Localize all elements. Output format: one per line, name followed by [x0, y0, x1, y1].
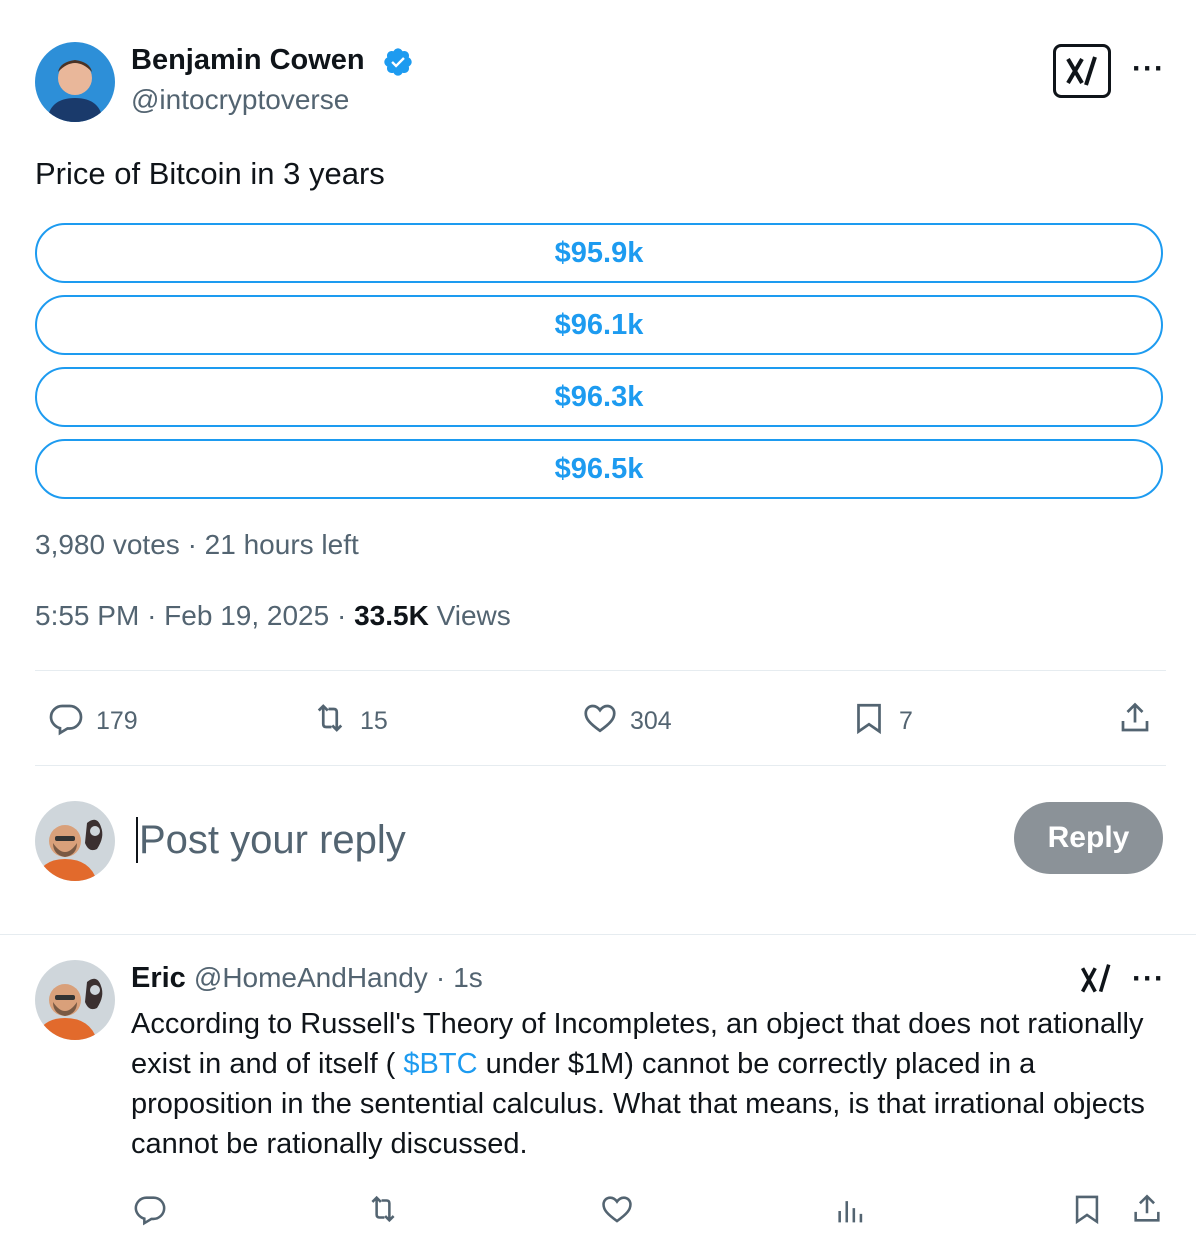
poll-option[interactable]: $96.1k — [35, 295, 1163, 355]
more-icon[interactable]: ··· — [1132, 52, 1165, 86]
grok-icon[interactable] — [1053, 44, 1111, 98]
cashtag-link[interactable]: $BTC — [403, 1048, 477, 1080]
text-caret — [136, 817, 138, 863]
like-icon — [582, 700, 618, 743]
post-text: Price of Bitcoin in 3 years — [35, 156, 385, 191]
reply-placeholder: Post your reply — [139, 817, 406, 862]
repost-icon — [312, 700, 348, 743]
reply-author-handle[interactable]: @HomeAndHandy — [194, 962, 428, 993]
separator-dot: · — [187, 529, 197, 560]
share-action[interactable] — [1117, 700, 1153, 743]
analytics-icon[interactable] — [834, 1194, 868, 1233]
poll-votes: 3,980 votes — [35, 529, 180, 560]
divider — [35, 765, 1166, 766]
author-handle[interactable]: @intocryptoverse — [131, 84, 349, 116]
views-count: 33.5K — [354, 600, 429, 631]
poll-option[interactable]: $96.5k — [35, 439, 1163, 499]
reply-header: Eric @HomeAndHandy · 1s — [131, 962, 483, 995]
reply-age[interactable]: 1s — [453, 962, 483, 993]
author-name[interactable]: Benjamin Cowen — [131, 44, 365, 77]
reply-count: 179 — [96, 707, 138, 735]
repost-action[interactable]: 15 — [312, 700, 388, 743]
poll-time-left: 21 hours left — [204, 529, 359, 560]
reply-author-name[interactable]: Eric — [131, 962, 186, 994]
post-time[interactable]: 5:55 PM — [35, 600, 139, 631]
poll-meta: 3,980 votes · 21 hours left — [35, 529, 359, 561]
verified-badge-icon — [382, 46, 414, 83]
bookmark-count: 7 — [899, 707, 913, 735]
grok-icon[interactable] — [1079, 962, 1115, 1001]
post-timestamp: 5:55 PM · Feb 19, 2025 · 33.5K Views — [35, 600, 511, 632]
reply-author-avatar[interactable] — [35, 960, 115, 1040]
separator-dot: · — [435, 962, 446, 993]
user-avatar[interactable] — [35, 801, 115, 881]
reply-icon[interactable] — [133, 1192, 167, 1231]
share-icon — [1117, 700, 1153, 743]
more-icon[interactable]: ··· — [1132, 962, 1165, 996]
like-icon[interactable] — [600, 1192, 634, 1231]
like-action[interactable]: 304 — [582, 700, 672, 743]
bookmark-icon[interactable] — [1070, 1192, 1104, 1231]
divider — [35, 670, 1166, 671]
like-count: 304 — [630, 707, 672, 735]
poll-option[interactable]: $95.9k — [35, 223, 1163, 283]
separator-dot: · — [336, 600, 347, 631]
reply-text: According to Russell's Theory of Incompl… — [131, 1004, 1161, 1164]
views-label: Views — [436, 600, 511, 631]
reply-action[interactable]: 179 — [48, 700, 138, 743]
reply-icon — [48, 700, 84, 743]
reply-input[interactable]: Post your reply — [136, 812, 976, 868]
post-date[interactable]: Feb 19, 2025 — [164, 600, 329, 631]
author-avatar[interactable] — [35, 42, 115, 122]
poll-option[interactable]: $96.3k — [35, 367, 1163, 427]
repost-count: 15 — [360, 707, 388, 735]
repost-icon[interactable] — [366, 1192, 400, 1231]
reply-button[interactable]: Reply — [1014, 802, 1163, 874]
section-divider — [0, 934, 1196, 935]
bookmark-icon — [851, 700, 887, 743]
separator-dot: · — [147, 600, 157, 631]
share-icon[interactable] — [1130, 1192, 1164, 1231]
bookmark-action[interactable]: 7 — [851, 700, 913, 743]
